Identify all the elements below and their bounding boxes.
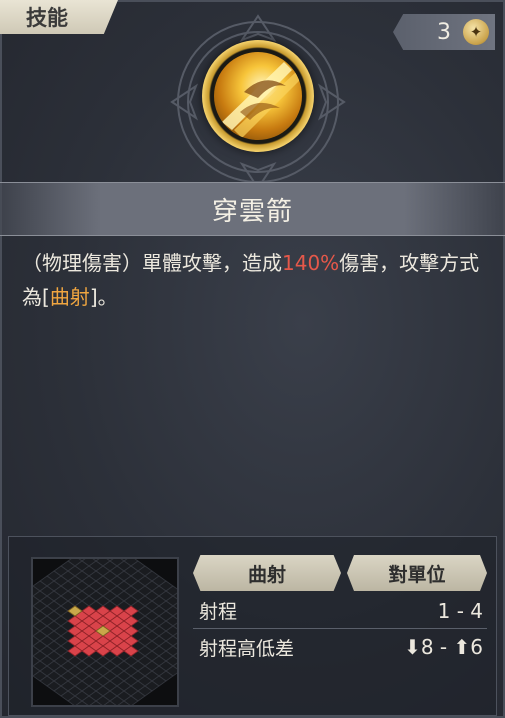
skill-name: 穿雲箭 (211, 196, 293, 227)
star-coin-icon: ✦ (463, 19, 489, 45)
stat-row-range: 射程 1 - 4 (193, 593, 487, 629)
arrow-burst-icon (222, 62, 300, 138)
tab-skills-label: 技能 (26, 6, 68, 30)
stat-label-height-diff: 射程高低差 (199, 637, 295, 660)
stat-label-range: 射程 (199, 601, 238, 623)
stat-row-height-diff: 射程高低差 ⬇8 - ⬆6 (193, 629, 487, 665)
range-grid-svg (33, 559, 177, 705)
skill-stats-panel: 曲射 對單位 射程 1 - 4 射程高低差 ⬇8 - ⬆6 (8, 536, 497, 716)
skill-name-banner: 穿雲箭 (0, 182, 505, 236)
attack-type-keyword[interactable]: 曲射 (50, 285, 90, 309)
tab-skills[interactable]: 技能 (0, 0, 118, 34)
description-part1: （物理傷害）單體攻擊，造成 (22, 251, 282, 275)
target-type-header-label: 對單位 (388, 563, 446, 586)
skill-points-value: 3 (437, 19, 451, 45)
stat-value-height-diff: ⬇8 - ⬆6 (404, 635, 483, 659)
stat-value-range: 1 - 4 (437, 598, 483, 623)
skill-description: （物理傷害）單體攻擊，造成140%傷害，攻擊方式為[曲射]。 (22, 246, 492, 314)
attack-range-grid (31, 557, 179, 707)
description-part3: ]。 (89, 285, 118, 309)
skill-points-badge: 3 ✦ (393, 14, 495, 50)
attack-type-header: 曲射 (193, 555, 341, 591)
damage-percent: 140% (282, 251, 340, 275)
target-type-header: 對單位 (347, 555, 487, 591)
attack-type-header-label: 曲射 (247, 563, 286, 586)
golden-arrow-skill-icon[interactable] (214, 52, 302, 140)
